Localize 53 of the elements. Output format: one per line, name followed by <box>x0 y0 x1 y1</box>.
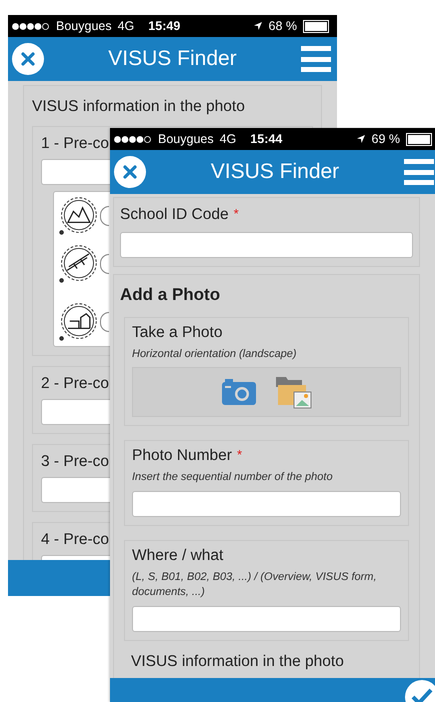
carrier-name: Bouygues <box>56 19 112 33</box>
clock-time: 15:44 <box>250 132 282 146</box>
field-hint: (L, S, B01, B02, B03, ...) / (Overview, VISUS form, documents, ...) <box>132 570 378 600</box>
close-icon <box>123 165 137 179</box>
gallery-folder-icon[interactable] <box>276 375 312 410</box>
field-label: Where / what <box>132 546 224 565</box>
pictogram-drawing <box>57 301 99 343</box>
field-label: Take a Photo <box>132 324 222 342</box>
location-arrow-icon <box>252 21 262 31</box>
question-label: 4 - Pre-co <box>41 531 110 549</box>
battery-percent: 68 % <box>268 19 297 33</box>
location-arrow-icon <box>356 134 366 144</box>
section-title: Add a Photo <box>120 285 220 305</box>
pictogram-drawing <box>57 243 99 285</box>
clock-time: 15:49 <box>148 19 180 33</box>
question-label: 1 - Pre-co <box>41 135 110 153</box>
radio-button[interactable] <box>100 206 109 226</box>
menu-button[interactable] <box>300 46 331 72</box>
signal-icon <box>114 136 152 142</box>
radio-button[interactable] <box>100 254 109 274</box>
network-type: 4G <box>118 19 134 33</box>
section-title: VISUS information in the photo <box>32 98 245 116</box>
battery-percent: 69 % <box>372 132 400 146</box>
carrier-name: Bouygues <box>158 132 214 146</box>
network-type: 4G <box>220 132 236 146</box>
app-title: VISUS Finder <box>108 47 237 71</box>
pictogram-drawing <box>57 195 99 237</box>
input-field[interactable] <box>132 606 401 632</box>
close-button[interactable] <box>114 156 146 188</box>
required-mark: * <box>236 447 242 462</box>
field-label: Photo Number <box>132 447 232 466</box>
camera-icon[interactable] <box>222 379 256 406</box>
input-field[interactable] <box>41 399 110 425</box>
field-hint: Horizontal orientation (landscape) <box>132 347 298 362</box>
input-field[interactable] <box>41 159 110 185</box>
field-hint: Insert the sequential number of the photo <box>132 470 334 486</box>
battery-icon <box>406 132 432 146</box>
required-mark: * <box>234 206 239 221</box>
input-field[interactable] <box>120 232 413 258</box>
radio-button[interactable] <box>100 312 109 332</box>
input-field[interactable] <box>132 490 401 517</box>
input-field[interactable] <box>41 477 110 503</box>
menu-button[interactable] <box>404 159 434 185</box>
question-label: 3 - Pre-co <box>41 453 110 471</box>
checkmark-icon <box>411 688 433 702</box>
close-icon <box>21 52 35 66</box>
question-label: 2 - Pre-co <box>41 375 110 393</box>
app-title: VISUS Finder <box>210 160 340 184</box>
signal-icon <box>12 22 50 30</box>
close-button[interactable] <box>12 43 44 75</box>
section-title: VISUS information in the photo <box>131 652 344 671</box>
battery-icon <box>303 20 329 32</box>
field-label: School ID Code <box>120 206 229 224</box>
